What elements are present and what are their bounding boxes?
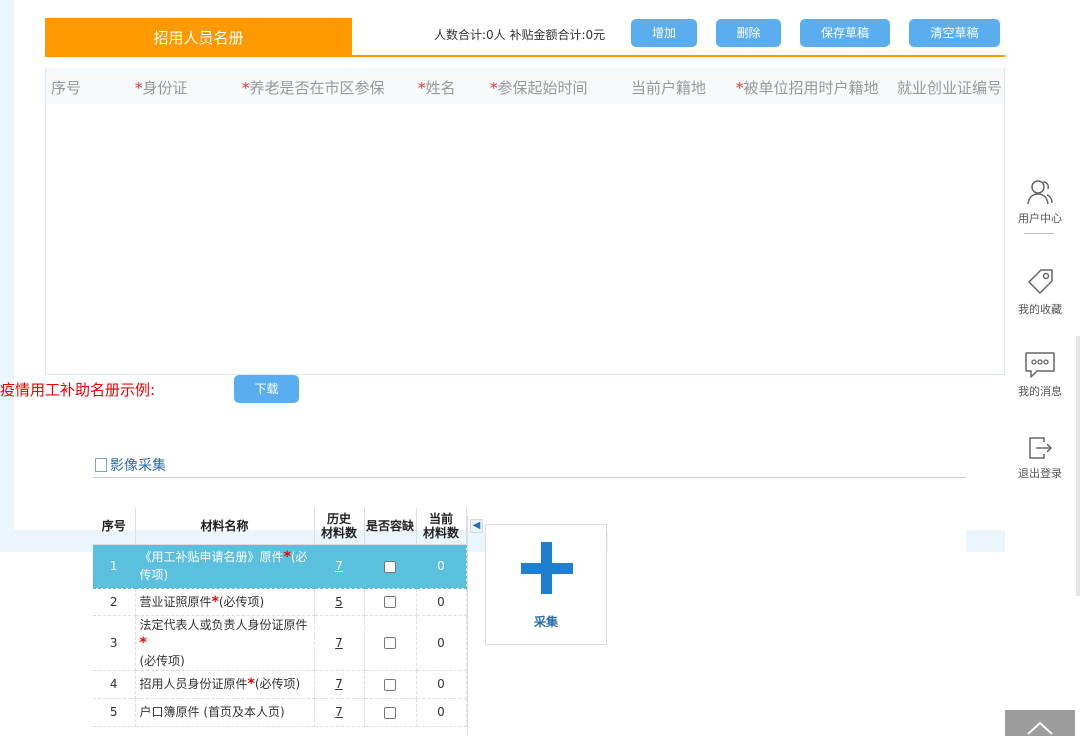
history-count-link[interactable]: 7 <box>314 615 365 671</box>
table-row[interactable]: 1 《用工补贴申请名册》原件*(必传项) 7 0 <box>93 544 467 589</box>
page-scrollbar[interactable] <box>1076 336 1080 596</box>
roster-summary: 人数合计:0人 补贴金额合计:0元 <box>434 28 606 42</box>
add-button[interactable]: 增加 <box>631 19 697 47</box>
collapse-left-icon[interactable]: ◀ <box>470 519 483 533</box>
user-icon <box>1027 180 1053 205</box>
column-header-index[interactable]: 序号 <box>51 77 81 98</box>
message-icon <box>1025 352 1055 378</box>
header-index: 序号 <box>93 508 136 545</box>
column-header-current-household[interactable]: 当前户籍地 <box>631 77 706 98</box>
messages-button[interactable]: 我的消息 <box>1010 350 1070 399</box>
current-count: 0 <box>416 615 467 671</box>
roster-header-line <box>45 55 1005 57</box>
column-header-insurance-start[interactable]: *参保起始时间 <box>490 77 588 98</box>
collect-label: 采集 <box>533 615 558 629</box>
column-header-id-card[interactable]: *身份证 <box>135 77 188 98</box>
page-background-left <box>0 0 14 530</box>
sample-label: 疫情用工补助名册示例: <box>0 381 156 399</box>
column-header-hire-household[interactable]: *被单位招用时户籍地 <box>736 77 879 98</box>
logout-button[interactable]: 退出登录 <box>1010 434 1070 481</box>
material-name: 法定代表人或负责人身份证原件* (必传项) <box>135 615 315 671</box>
column-header-pension-insured[interactable]: *养老是否在市区参保 <box>242 77 385 98</box>
logout-icon <box>1029 437 1053 459</box>
current-count: 0 <box>416 588 467 616</box>
section-divider <box>93 477 966 478</box>
panel-divider <box>467 516 468 736</box>
tolerate-checkbox[interactable] <box>364 698 417 727</box>
current-count: 0 <box>416 544 467 589</box>
materials-header-row: 序号 材料名称 历史 材料数 是否容缺 当前 材料数 <box>93 508 467 545</box>
row-index: 2 <box>93 588 136 616</box>
roster-tab-title: 招用人员名册 <box>45 18 352 56</box>
header-tolerate: 是否容缺 <box>364 508 417 545</box>
row-index: 4 <box>93 670 136 699</box>
clear-draft-button[interactable]: 清空草稿 <box>909 19 1000 47</box>
current-count: 0 <box>416 698 467 727</box>
save-draft-button[interactable]: 保存草稿 <box>800 19 890 47</box>
history-count-link[interactable]: 5 <box>314 588 365 616</box>
image-collection-title: 影像采集 <box>95 455 166 475</box>
material-name: 《用工补贴申请名册》原件*(必传项) <box>135 544 315 589</box>
rail-separator <box>1024 233 1054 234</box>
column-header-name[interactable]: *姓名 <box>418 77 456 98</box>
back-to-top-button[interactable] <box>1005 710 1075 736</box>
header-current-count: 当前 材料数 <box>416 508 467 545</box>
page-background-band-gap <box>608 530 966 552</box>
plus-icon-bar <box>521 563 573 574</box>
row-index: 3 <box>93 615 136 671</box>
column-header-employment-cert[interactable]: 就业创业证编号 <box>897 77 1002 98</box>
delete-button[interactable]: 删除 <box>716 19 781 47</box>
tag-icon <box>1028 269 1053 294</box>
current-count: 0 <box>416 670 467 699</box>
row-index: 5 <box>93 698 136 727</box>
user-center-button[interactable]: 用户中心 <box>1010 177 1070 226</box>
table-row[interactable]: 5 户口簿原件 (首页及本人页) 7 0 <box>93 698 467 727</box>
collect-button[interactable]: 采集 <box>485 524 607 645</box>
tolerate-checkbox[interactable] <box>364 588 417 616</box>
roster-grid: 序号 *身份证 *养老是否在市区参保 *姓名 *参保起始时间 当前户籍地 *被单… <box>45 68 1005 375</box>
tolerate-checkbox[interactable] <box>364 670 417 699</box>
header-material-name: 材料名称 <box>135 508 315 545</box>
chevron-up-icon <box>1027 721 1053 735</box>
tolerate-checkbox[interactable] <box>364 615 417 671</box>
material-name: 招用人员身份证原件*(必传项) <box>135 670 315 699</box>
tolerate-checkbox[interactable] <box>364 544 417 589</box>
history-count-link[interactable]: 7 <box>314 670 365 699</box>
row-index: 1 <box>93 544 136 589</box>
history-count-link[interactable]: 7 <box>314 698 365 727</box>
table-row[interactable]: 2 营业证照原件*(必传项) 5 0 <box>93 588 467 616</box>
material-name: 营业证照原件*(必传项) <box>135 588 315 616</box>
table-row[interactable]: 4 招用人员身份证原件*(必传项) 7 0 <box>93 670 467 699</box>
material-name: 户口簿原件 (首页及本人页) <box>135 698 315 727</box>
roster-grid-header: 序号 *身份证 *养老是否在市区参保 *姓名 *参保起始时间 当前户籍地 *被单… <box>46 68 1004 104</box>
download-button[interactable]: 下载 <box>234 375 299 403</box>
document-icon <box>95 458 107 472</box>
table-row[interactable]: 3 法定代表人或负责人身份证原件* (必传项) 7 0 <box>93 615 467 671</box>
header-history-count: 历史 材料数 <box>314 508 365 545</box>
history-count-link[interactable]: 7 <box>314 544 365 589</box>
materials-table: 序号 材料名称 历史 材料数 是否容缺 当前 材料数 1 《用工补贴申请名册》原件*… <box>93 508 467 727</box>
favorites-button[interactable]: 我的收藏 <box>1010 266 1070 317</box>
